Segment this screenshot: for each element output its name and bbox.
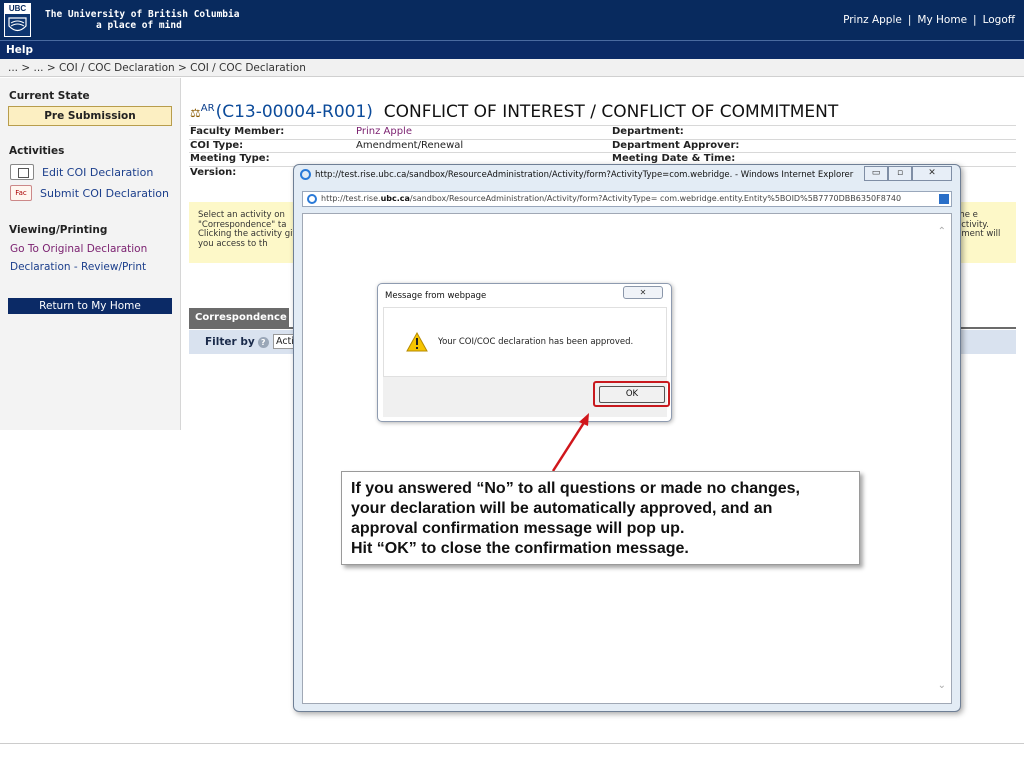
note-text-right: the e activity. dment will (956, 210, 1001, 239)
dialog-close-button[interactable]: ✕ (623, 286, 663, 299)
info-row: Faculty Member: Prinz Apple Department: (189, 125, 1016, 139)
info-label: Faculty Member: (190, 126, 285, 137)
user-name-link[interactable]: Prinz Apple (840, 14, 905, 26)
page-icon (307, 194, 317, 204)
info-value: Amendment/Renewal (356, 139, 464, 151)
filter-label: Filter by? (205, 336, 269, 348)
callout-line: approval confirmation message will pop u… (351, 520, 685, 537)
scroll-down-icon[interactable]: ⌄ (938, 680, 946, 691)
dialog-message: Your COI/COC declaration has been approv… (438, 337, 634, 347)
callout-line: Hit “OK” to close the confirmation messa… (351, 540, 689, 557)
help-link[interactable]: Help (6, 44, 33, 56)
university-tagline: a place of mind (96, 20, 182, 31)
sidebar: Current State Pre Submission Activities … (0, 78, 181, 430)
declaration-review-print-link[interactable]: Declaration - Review/Print (10, 261, 146, 273)
filter-label-text: Filter by (205, 336, 255, 348)
window-controls: ▭ ▫ ✕ (864, 166, 952, 181)
crest-icon (8, 17, 27, 32)
callout-line: your declaration will be automatically a… (351, 500, 773, 517)
dialog-body: Your COI/COC declaration has been approv… (383, 307, 667, 377)
dialog-footer: OK (383, 377, 670, 417)
tab-correspondence[interactable]: Correspondence (189, 308, 289, 328)
edit-coi-declaration-button[interactable]: Edit COI Declaration (10, 164, 153, 180)
info-label: COI Type: (190, 139, 244, 151)
fac-icon: Fac (10, 185, 32, 201)
title-text: CONFLICT OF INTEREST / CONFLICT OF COMMI… (383, 102, 839, 122)
window-title-text: http://test.rise.ubc.ca/sandbox/Resource… (315, 169, 854, 180)
ok-button[interactable]: OK (599, 386, 665, 403)
close-window-button[interactable]: ✕ (912, 166, 952, 181)
title-tag: AR (200, 103, 215, 114)
highlight-ring: OK (593, 381, 670, 407)
faculty-member-link[interactable]: Prinz Apple (356, 126, 412, 137)
go-to-original-declaration-link[interactable]: Go To Original Declaration (10, 243, 147, 255)
my-home-link[interactable]: My Home (914, 14, 970, 26)
separator: | (973, 14, 977, 26)
edit-form-icon (10, 164, 34, 180)
info-label: Meeting Date & Time: (612, 153, 736, 164)
current-state-heading: Current State (9, 90, 90, 102)
address-path: /sandbox/ResourceAdministration/Activity… (409, 194, 902, 203)
logo-text: UBC (5, 4, 30, 14)
info-row: COI Type: Amendment/Renewal Department A… (189, 138, 1016, 153)
maximize-button[interactable]: ▫ (888, 166, 912, 181)
footer-divider (0, 743, 1024, 744)
help-bar: Help (0, 40, 1024, 59)
message-dialog: Message from webpage ✕ Your COI/COC decl… (377, 283, 672, 422)
address-prefix: http://test.rise. (321, 194, 381, 203)
scroll-up-icon[interactable]: ⌃ (938, 226, 946, 237)
activity-label: Edit COI Declaration (42, 165, 154, 179)
university-line1: The University of British Columbia (45, 9, 240, 20)
info-label: Version: (190, 166, 237, 178)
address-domain: ubc.ca (380, 194, 410, 203)
record-id: (C13-00004-R001) (215, 102, 373, 122)
activity-label: Submit COI Declaration (40, 186, 170, 200)
instruction-callout: If you answered “No” to all questions or… (341, 471, 860, 565)
dialog-title: Message from webpage (385, 291, 487, 301)
internet-explorer-icon (300, 169, 311, 180)
university-name: The University of British Columbia a pla… (45, 9, 239, 31)
page-title: ⚖AR(C13-00004-R001) CONFLICT OF INTEREST… (190, 102, 838, 122)
info-label: Meeting Type: (190, 153, 270, 164)
breadcrumb[interactable]: ... > ... > COI / COC Declaration > COI … (0, 59, 1024, 77)
viewing-printing-heading: Viewing/Printing (9, 224, 108, 236)
state-badge: Pre Submission (8, 106, 172, 126)
separator: | (907, 14, 912, 26)
pointer-arrow (551, 413, 589, 472)
warning-icon (406, 332, 428, 352)
certificate-icon[interactable] (939, 194, 949, 204)
return-to-my-home-button[interactable]: Return to My Home (8, 298, 172, 314)
window-title: http://test.rise.ubc.ca/sandbox/Resource… (300, 169, 853, 180)
address-bar[interactable]: http://test.rise. ubc.ca/sandbox/Resource… (302, 191, 952, 207)
info-label: Department Approver: (612, 139, 740, 151)
user-links: Prinz Apple | My Home | Logoff (840, 14, 1018, 26)
activities-heading: Activities (9, 145, 65, 157)
minimize-button[interactable]: ▭ (864, 166, 888, 181)
top-header: UBC The University of British Columbia a… (0, 0, 1024, 40)
logoff-link[interactable]: Logoff (980, 14, 1018, 26)
callout-line: If you answered “No” to all questions or… (351, 480, 800, 497)
ubc-logo[interactable]: UBC (4, 3, 31, 37)
scales-icon: ⚖ (190, 106, 201, 120)
info-label: Department: (612, 126, 684, 137)
note-text-left: Select an activity on "Correspondence" t… (198, 210, 303, 249)
submit-coi-declaration-button[interactable]: Fac Submit COI Declaration (10, 185, 169, 201)
help-icon[interactable]: ? (257, 337, 269, 348)
ie-popup-window[interactable]: http://test.rise.ubc.ca/sandbox/Resource… (293, 164, 961, 712)
